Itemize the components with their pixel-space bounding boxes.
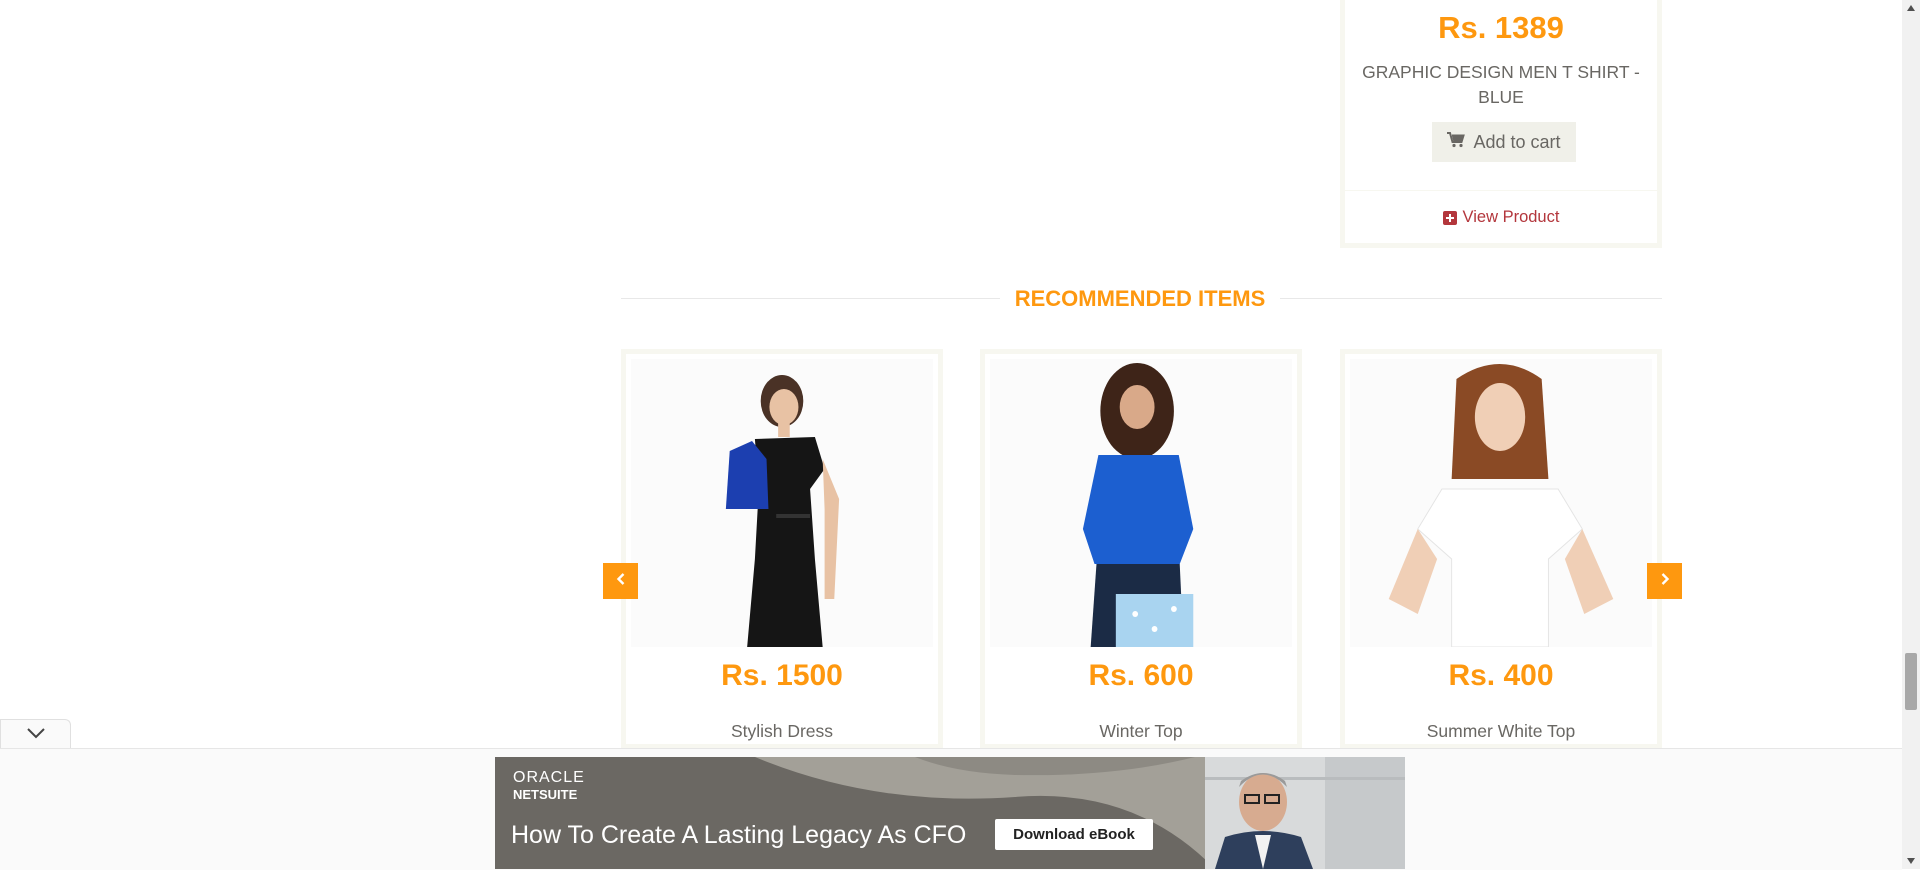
recommended-item[interactable]: Rs. 1500 Stylish Dress [621, 349, 943, 749]
recommended-item[interactable]: Rs. 600 Winter Top [980, 349, 1302, 749]
product-price: Rs. 1389 [1438, 10, 1564, 45]
chevron-down-icon [26, 726, 46, 744]
chevron-right-icon [1658, 572, 1672, 591]
scrollbar-thumb[interactable] [1905, 653, 1917, 710]
chevron-left-icon [614, 572, 628, 591]
heading-rule-left [621, 298, 1000, 299]
ad-brand-line2: NETSUITE [513, 787, 578, 802]
carousel-prev-button[interactable] [603, 563, 638, 599]
recommended-title: RECOMMENDED ITEMS [1014, 286, 1266, 311]
add-to-cart-button[interactable]: Add to cart [1432, 122, 1576, 162]
page-scrollbar[interactable] [1902, 0, 1920, 869]
plus-square-icon [1442, 210, 1457, 225]
download-ebook-button[interactable]: Download eBook [995, 819, 1153, 850]
add-to-cart-label: Add to cart [1473, 131, 1561, 152]
scroll-up-arrow[interactable] [1902, 0, 1920, 16]
product-price: Rs. 1500 [721, 659, 843, 692]
product-name: GRAPHIC DESIGN MEN T SHIRT - BLUE [1362, 62, 1640, 107]
scroll-down-arrow[interactable] [1902, 853, 1920, 869]
product-price: Rs. 600 [1088, 659, 1194, 692]
product-price: Rs. 400 [1448, 659, 1554, 692]
view-product-link[interactable]: View Product [1345, 208, 1657, 227]
heading-rule-right [1280, 298, 1662, 299]
product-name: Summer White Top [1426, 721, 1576, 741]
ad-headline: How To Create A Lasting Legacy As CFO [511, 821, 967, 849]
product-image[interactable] [1350, 359, 1652, 647]
view-product-label: View Product [1462, 208, 1560, 226]
ad-brand-line1: ORACLE [513, 769, 585, 786]
product-name: Stylish Dress [730, 721, 834, 741]
ad-photo [1205, 757, 1405, 869]
product-card: Rs. 1389 GRAPHIC DESIGN MEN T SHIRT - BL… [1340, 0, 1662, 248]
ad-banner[interactable]: ORACLE NETSUITE How To Create A Lasting … [495, 757, 1405, 869]
product-image[interactable] [990, 359, 1292, 647]
carousel-next-button[interactable] [1647, 563, 1682, 599]
product-name: Winter Top [1099, 721, 1183, 741]
card-divider [1345, 190, 1657, 191]
product-image[interactable] [631, 359, 933, 647]
shopping-cart-icon [1447, 131, 1466, 153]
recommended-item[interactable]: Rs. 400 Summer White Top [1340, 349, 1662, 749]
ad-collapse-button[interactable] [0, 719, 71, 749]
